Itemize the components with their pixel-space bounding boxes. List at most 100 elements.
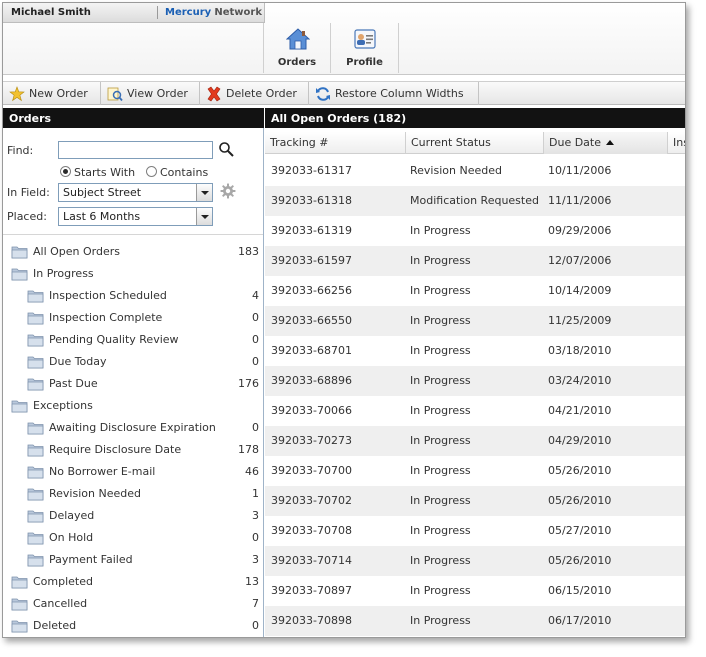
due-date-cell: 12/07/2006 — [548, 254, 612, 267]
table-row[interactable]: 392033-70066 In Progress 04/21/2010 — [265, 396, 685, 426]
folder-tree-item[interactable]: Payment Failed — [27, 549, 133, 570]
due-date-cell: 04/21/2010 — [548, 404, 612, 417]
tracking-number-cell: 392033-68896 — [271, 374, 352, 387]
folder-count: 1 — [252, 487, 259, 500]
network-suffix: Network — [214, 7, 262, 18]
folder-tree-item[interactable]: Delayed — [27, 505, 94, 526]
folder-tree-item[interactable]: Exceptions — [11, 395, 93, 416]
folder-tree-label: Deleted — [33, 619, 77, 632]
starts-with-label[interactable]: Starts With — [74, 166, 135, 179]
folder-icon — [27, 334, 44, 346]
table-row[interactable]: 392033-70702 In Progress 05/26/2010 — [265, 486, 685, 516]
status-cell: In Progress — [410, 614, 471, 627]
folder-tree-item[interactable]: No Borrower E-mail — [27, 461, 155, 482]
folder-icon — [27, 422, 44, 434]
chevron-down-icon[interactable] — [196, 184, 212, 201]
due-date-cell: 03/24/2010 — [548, 374, 612, 387]
due-date-cell: 09/29/2006 — [548, 224, 612, 237]
status-cell: In Progress — [410, 374, 471, 387]
folder-icon — [27, 444, 44, 456]
folder-icon — [27, 510, 44, 522]
tracking-number-cell: 392033-61319 — [271, 224, 352, 237]
due-date-cell: 05/26/2010 — [548, 554, 612, 567]
folder-tree-item[interactable]: Revision Needed — [27, 483, 141, 504]
table-row[interactable]: 392033-70708 In Progress 05/27/2010 — [265, 516, 685, 546]
folder-tree-label: On Hold — [49, 531, 94, 544]
tracking-number-cell: 392033-70700 — [271, 464, 352, 477]
tracking-number-cell: 392033-70702 — [271, 494, 352, 507]
folder-tree-item[interactable]: Inspection Scheduled — [27, 285, 167, 306]
network-brand: Mercury — [165, 7, 212, 18]
folder-count: 3 — [252, 509, 259, 522]
folder-icon — [11, 598, 28, 610]
status-cell: In Progress — [410, 254, 471, 267]
tracking-number-cell: 392033-61317 — [271, 164, 352, 177]
contains-label[interactable]: Contains — [160, 166, 208, 179]
folder-count: 0 — [252, 311, 259, 324]
view-order-button[interactable]: View Order — [101, 82, 200, 105]
folder-tree-item[interactable]: Pending Quality Review — [27, 329, 179, 350]
folder-tree-label: In Progress — [33, 267, 94, 280]
folder-tree-item[interactable]: Past Due — [27, 373, 98, 394]
due-date-cell: 10/11/2006 — [548, 164, 612, 177]
folder-icon — [27, 312, 44, 324]
table-row[interactable]: 392033-66550 In Progress 11/25/2009 — [265, 306, 685, 336]
folder-count: 0 — [252, 531, 259, 544]
starts-with-radio[interactable] — [60, 166, 71, 177]
table-row[interactable]: 392033-61319 In Progress 09/29/2006 — [265, 216, 685, 246]
folder-tree-item[interactable]: Inspection Complete — [27, 307, 162, 328]
table-row[interactable]: 392033-61318 Modification Requested 11/11/… — [265, 186, 685, 216]
column-header-ins-label: Ins — [673, 136, 685, 149]
folder-tree-item[interactable]: On Hold — [27, 527, 93, 548]
table-row[interactable]: 392033-61597 In Progress 12/07/2006 — [265, 246, 685, 276]
folder-tree-label: Awaiting Disclosure Expiration — [49, 421, 216, 434]
table-row[interactable]: 392033-70714 In Progress 05/26/2010 — [265, 546, 685, 576]
orders-nav-label: Orders — [277, 57, 317, 68]
table-row[interactable]: 392033-68896 In Progress 03/24/2010 — [265, 366, 685, 396]
folder-tree-item[interactable]: Deleted — [11, 615, 76, 636]
column-header-ins[interactable]: Ins — [668, 132, 685, 154]
status-cell: In Progress — [410, 434, 471, 447]
table-row[interactable]: 392033-66256 In Progress 10/14/2009 — [265, 276, 685, 306]
delete-order-label: Delete Order — [226, 87, 297, 100]
folder-count: 0 — [252, 333, 259, 346]
folder-tree-item[interactable]: Awaiting Disclosure Expiration — [27, 417, 216, 438]
profile-nav-button[interactable]: Profile — [331, 23, 399, 73]
contains-radio[interactable] — [146, 166, 157, 177]
orders-nav-button[interactable]: Orders — [263, 23, 331, 73]
grid-title: All Open Orders (182) — [265, 108, 685, 128]
find-input[interactable] — [58, 141, 213, 159]
table-row[interactable]: 392033-68701 In Progress 03/18/2010 — [265, 336, 685, 366]
folder-icon — [11, 620, 28, 632]
folder-tree-item[interactable]: In Progress — [11, 263, 94, 284]
chevron-down-icon[interactable] — [196, 208, 212, 225]
table-row[interactable]: 392033-70898 In Progress 06/17/2010 — [265, 606, 685, 636]
table-row[interactable]: 392033-70273 In Progress 04/29/2010 — [265, 426, 685, 456]
folder-tree-item[interactable]: Require Disclosure Date — [27, 439, 181, 460]
folder-icon — [27, 466, 44, 478]
placed-select[interactable]: Last 6 Months — [58, 207, 213, 226]
column-header-status[interactable]: Current Status — [406, 132, 544, 154]
restore-column-widths-button[interactable]: Restore Column Widths — [309, 82, 479, 105]
folder-count: 0 — [252, 619, 259, 632]
new-order-button[interactable]: New Order — [3, 82, 101, 105]
in-field-select[interactable]: Subject Street — [58, 183, 213, 202]
folder-tree-item[interactable]: Completed — [11, 571, 93, 592]
folder-tree-label: Delayed — [49, 509, 95, 522]
due-date-cell: 10/14/2009 — [548, 284, 612, 297]
table-row[interactable]: 392033-70897 In Progress 06/15/2010 — [265, 576, 685, 606]
tracking-number-cell: 392033-61318 — [271, 194, 352, 207]
column-header-tracking[interactable]: Tracking # — [265, 132, 406, 154]
delete-order-button[interactable]: Delete Order — [200, 82, 309, 105]
table-row[interactable]: 392033-61317 Revision Needed 10/11/2006 — [265, 156, 685, 186]
due-date-cell: 03/18/2010 — [548, 344, 612, 357]
table-row[interactable]: 392033-70700 In Progress 05/26/2010 — [265, 456, 685, 486]
folder-tree-item[interactable]: Due Today — [27, 351, 107, 372]
gear-icon[interactable] — [220, 183, 236, 199]
column-header-due-date[interactable]: Due Date — [544, 132, 668, 154]
tracking-number-cell: 392033-66256 — [271, 284, 352, 297]
folder-tree-item[interactable]: Cancelled — [11, 593, 87, 614]
search-icon[interactable] — [218, 141, 234, 157]
folder-tree-item[interactable]: All Open Orders — [11, 241, 120, 262]
folder-tree-label: Require Disclosure Date — [49, 443, 182, 456]
